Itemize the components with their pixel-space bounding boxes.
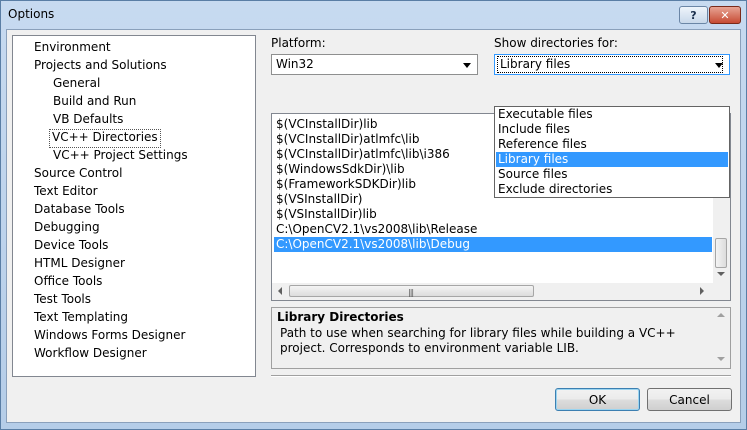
horizontal-scroll-thumb[interactable]: ||| <box>289 285 534 297</box>
platform-select[interactable]: Win32 <box>271 54 478 75</box>
tree-item-projects-and-solutions[interactable]: Projects and Solutions <box>32 57 169 74</box>
dropdown-option-include-files[interactable]: Include files <box>496 122 728 137</box>
ok-button[interactable]: OK <box>555 388 640 411</box>
tree-item-debugging[interactable]: Debugging <box>32 219 102 236</box>
tree-item-office-tools[interactable]: Office Tools <box>32 273 104 290</box>
vertical-scroll-thumb[interactable] <box>715 238 727 268</box>
tree-item-windows-forms-designer[interactable]: Windows Forms Designer <box>32 327 187 344</box>
options-tree[interactable]: Environment Projects and Solutions Gener… <box>12 35 256 377</box>
tree-item-vb-defaults[interactable]: VB Defaults <box>51 111 125 128</box>
description-title: Library Directories <box>277 310 404 324</box>
title-bar[interactable]: Options ? ✕ <box>1 1 746 29</box>
tree-item-html-designer[interactable]: HTML Designer <box>32 255 127 272</box>
show-directories-dropdown: Executable files Include files Reference… <box>494 106 730 198</box>
tree-item-database-tools[interactable]: Database Tools <box>32 201 127 218</box>
show-directories-label: Show directories for: <box>494 36 618 50</box>
platform-value: Win32 <box>276 57 314 71</box>
close-button[interactable]: ✕ <box>709 6 741 24</box>
dialog-client-area: Environment Projects and Solutions Gener… <box>6 29 741 423</box>
show-directories-value: Library files <box>497 56 723 73</box>
list-item-selected[interactable]: C:\OpenCV2.1\vs2008\lib\Debug <box>274 237 712 252</box>
description-text: Path to use when searching for library f… <box>280 326 676 355</box>
tree-item-environment[interactable]: Environment <box>32 39 113 56</box>
scroll-corner <box>713 283 730 300</box>
list-item[interactable]: C:\OpenCV2.1\vs2008\lib\Release <box>274 222 712 237</box>
tree-item-workflow-designer[interactable]: Workflow Designer <box>32 345 149 362</box>
horizontal-scrollbar[interactable]: ||| <box>272 283 713 300</box>
dropdown-option-library-files[interactable]: Library files <box>496 152 728 167</box>
chevron-down-icon <box>463 63 471 68</box>
divider <box>271 375 731 377</box>
scroll-right-icon[interactable] <box>700 287 704 295</box>
scroll-down-icon[interactable] <box>717 272 725 276</box>
options-dialog: Options ? ✕ Environment Projects and Sol… <box>0 0 747 430</box>
tree-item-build-and-run[interactable]: Build and Run <box>51 93 138 110</box>
tree-item-source-control[interactable]: Source Control <box>32 165 124 182</box>
tree-item-text-templating[interactable]: Text Templating <box>32 309 130 326</box>
tree-item-test-tools[interactable]: Test Tools <box>32 291 93 308</box>
scroll-down-icon[interactable] <box>717 357 725 361</box>
tree-item-vc-directories[interactable]: VC++ Directories <box>49 129 161 148</box>
chevron-down-icon <box>715 63 723 68</box>
help-button[interactable]: ? <box>679 6 708 24</box>
tree-item-device-tools[interactable]: Device Tools <box>32 237 110 254</box>
dropdown-option-source-files[interactable]: Source files <box>496 167 728 182</box>
window-title: Options <box>8 7 55 21</box>
dropdown-option-reference-files[interactable]: Reference files <box>496 137 728 152</box>
description-scrollbar[interactable] <box>713 308 730 368</box>
dropdown-option-exclude-directories[interactable]: Exclude directories <box>496 182 728 197</box>
list-item[interactable]: $(VSInstallDir)lib <box>274 207 712 222</box>
description-panel: Library Directories Path to use when sea… <box>271 307 731 369</box>
grip-icon: ||| <box>408 288 414 297</box>
tree-item-general[interactable]: General <box>51 75 102 92</box>
cancel-button[interactable]: Cancel <box>647 388 732 411</box>
tree-item-vc-project-settings[interactable]: VC++ Project Settings <box>51 147 190 164</box>
tree-item-text-editor[interactable]: Text Editor <box>32 183 100 200</box>
scroll-up-icon[interactable] <box>717 313 725 317</box>
scroll-left-icon[interactable] <box>278 287 282 295</box>
platform-label: Platform: <box>271 36 326 50</box>
dropdown-option-executable-files[interactable]: Executable files <box>496 107 728 122</box>
show-directories-select[interactable]: Library files <box>494 54 730 75</box>
